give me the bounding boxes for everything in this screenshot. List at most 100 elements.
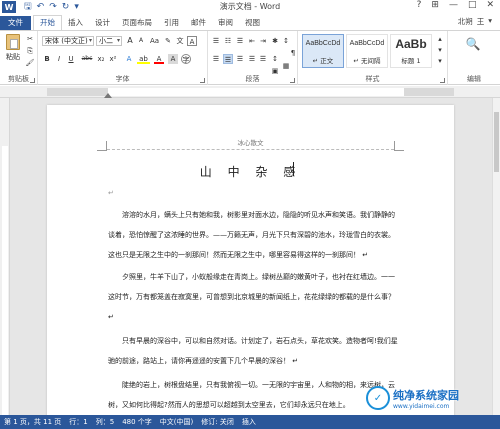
text-effects-icon[interactable]: A: [124, 54, 134, 64]
tab-mailings[interactable]: 邮件: [185, 16, 212, 30]
group-label-paragraph: 段落: [245, 75, 260, 83]
window-controls: ? ⊞ — □ ✕: [417, 0, 494, 10]
enclose-characters-icon[interactable]: 字: [181, 54, 191, 64]
font-name-combo[interactable]: 宋体 (中文正): [42, 36, 94, 46]
distributed-icon[interactable]: ☰: [258, 54, 268, 64]
style-normal[interactable]: AaBbCcDd ↵ 正文: [302, 34, 344, 68]
styles-scroll-down-icon[interactable]: ▾: [435, 45, 445, 55]
status-column: 列：5: [95, 418, 115, 426]
status-page[interactable]: 第 1 页，共 11 页: [4, 415, 61, 429]
ruler-text-area: [108, 88, 404, 96]
empty-paragraph[interactable]: ↵: [108, 183, 400, 203]
find-button[interactable]: 🔍: [462, 37, 484, 67]
cut-icon[interactable]: ✂: [25, 34, 35, 44]
status-language[interactable]: 中文(中国): [160, 415, 193, 429]
format-painter-icon[interactable]: 🖌: [25, 58, 35, 68]
document-page[interactable]: 冰心散文 山 中 杂 感 ↵ 溶溶的水月，螨头上只有她和我，树影里对面水边，隐隐…: [47, 105, 454, 415]
document-heading[interactable]: 山 中 杂 感: [47, 163, 454, 180]
paragraph-launcher-icon[interactable]: [290, 78, 295, 83]
style-name: ↵ 无间隔: [353, 57, 381, 65]
italic-icon[interactable]: I: [54, 54, 64, 64]
underline-icon[interactable]: U: [66, 54, 76, 64]
tab-home[interactable]: 开始: [33, 15, 62, 30]
header-separator: [107, 149, 394, 150]
align-center-icon[interactable]: ☰: [223, 54, 233, 64]
paragraph[interactable]: 只有早晨的深谷中，可以和自然对话。计划定了，岩石点头，草花欢笑。造物者呵!我们星…: [108, 331, 400, 371]
styles-more-icon[interactable]: ▾: [435, 56, 445, 66]
tab-design[interactable]: 设计: [89, 16, 116, 30]
status-line: 行：1: [69, 418, 88, 426]
ribbon-display-options-icon[interactable]: ⊞: [431, 0, 439, 10]
align-left-icon[interactable]: ☰: [211, 54, 221, 64]
vertical-scrollbar[interactable]: [492, 98, 500, 415]
status-insert-mode[interactable]: 插入: [242, 415, 256, 429]
group-label-font: 字体: [115, 75, 130, 83]
user-name-suffix: 王: [476, 17, 485, 26]
increase-indent-icon[interactable]: ⇥: [258, 36, 268, 46]
styles-launcher-icon[interactable]: [440, 78, 445, 83]
styles-scroll-up-icon[interactable]: ▴: [435, 34, 445, 44]
numbering-icon[interactable]: ☷: [223, 36, 233, 46]
user-account[interactable]: 北朔 王 ▾: [458, 16, 492, 27]
decrease-indent-icon[interactable]: ⇤: [247, 36, 257, 46]
paragraph[interactable]: 陡绝的岩上，树根盘结里，只有我俯视一切。一无限的宇宙里，人和物的相，来远树，云树…: [108, 375, 400, 415]
justify-icon[interactable]: ☰: [247, 54, 257, 64]
horizontal-ruler[interactable]: [0, 86, 500, 98]
copy-icon[interactable]: ⎘: [25, 46, 35, 56]
font-launcher-icon[interactable]: [200, 78, 205, 83]
show-marks-icon[interactable]: ¶: [288, 48, 298, 58]
page-header-text[interactable]: 冰心散文: [47, 137, 454, 147]
group-font: 宋体 (中文正) 小二 A A Aa ✎ 文 A B I U abc x₂ x²…: [38, 31, 208, 85]
chinese-layout-icon[interactable]: ✱: [270, 36, 280, 46]
style-sample: AaBbCcDd: [349, 40, 385, 47]
vertical-ruler[interactable]: [0, 98, 10, 415]
tab-insert[interactable]: 插入: [62, 16, 89, 30]
line-spacing-icon[interactable]: ↕: [270, 54, 280, 64]
document-area[interactable]: 冰心散文 山 中 杂 感 ↵ 溶溶的水月，螨头上只有她和我，树影里对面水边，隐隐…: [0, 98, 492, 415]
clipboard-launcher-icon[interactable]: [30, 78, 35, 83]
bold-icon[interactable]: B: [42, 54, 52, 64]
ruler-right-margin: [404, 88, 454, 96]
character-shading-icon[interactable]: A: [168, 54, 178, 64]
multilevel-list-icon[interactable]: ☰: [235, 36, 245, 46]
tab-file[interactable]: 文件: [0, 16, 31, 30]
scrollbar-thumb[interactable]: [494, 112, 499, 172]
style-heading-1[interactable]: AaBb 标题 1: [390, 34, 432, 68]
sort-icon[interactable]: ↕: [281, 36, 291, 46]
style-no-spacing[interactable]: AaBbCcDd ↵ 无间隔: [346, 34, 388, 68]
tab-references[interactable]: 引用: [158, 16, 185, 30]
grow-font-icon[interactable]: A: [125, 36, 135, 46]
paste-button[interactable]: 粘贴: [4, 34, 22, 70]
strikethrough-icon[interactable]: abc: [80, 54, 94, 64]
watermark-title: 纯净系统家园: [393, 388, 459, 402]
superscript-icon[interactable]: x²: [108, 54, 118, 64]
restore-button[interactable]: □: [468, 0, 477, 10]
phonetic-guide-icon[interactable]: 文: [175, 36, 185, 46]
status-track-changes[interactable]: 修订: 关闭: [201, 415, 234, 429]
highlight-icon[interactable]: ab: [137, 54, 150, 64]
clipboard-icon: [6, 34, 20, 50]
tab-review[interactable]: 审阅: [212, 16, 239, 30]
bullets-icon[interactable]: ☰: [211, 36, 221, 46]
shading-icon[interactable]: ▦: [281, 61, 291, 71]
help-icon[interactable]: ?: [417, 0, 422, 10]
clear-formatting-icon[interactable]: ✎: [163, 36, 173, 46]
font-color-icon[interactable]: A: [154, 54, 164, 64]
tab-page-layout[interactable]: 页面布局: [116, 16, 158, 30]
paragraph[interactable]: 夕照里，牛羊下山了，小蚁般缘走在青岗上。绿树丛巅的嫩黄叶子，也衬在红墙边。一一这…: [108, 267, 400, 327]
tab-view[interactable]: 视图: [239, 16, 266, 30]
group-label-editing: 编辑: [467, 75, 481, 83]
change-case-icon[interactable]: Aa: [148, 36, 161, 46]
subscript-icon[interactable]: x₂: [96, 54, 106, 64]
shrink-font-icon[interactable]: A: [136, 36, 146, 46]
style-name: 标题 1: [401, 57, 421, 65]
style-sample: AaBbCcDd: [305, 40, 341, 47]
close-button[interactable]: ✕: [486, 0, 494, 10]
status-word-count[interactable]: 480 个字: [122, 415, 152, 429]
align-right-icon[interactable]: ☰: [235, 54, 245, 64]
font-size-combo[interactable]: 小二: [96, 36, 122, 46]
minimize-button[interactable]: —: [449, 0, 458, 10]
paragraph[interactable]: 溶溶的水月，螨头上只有她和我，树影里对面水边，隐隐的听见水声和笑语。我们静静的谈…: [108, 205, 400, 265]
group-paragraph: ☰ ☷ ☰ ⇤ ⇥ ✱ ↕ ¶ ☰ ☰ ☰ ☰ ☰ ↕ ▦ ▣ 段落: [208, 31, 298, 85]
character-border-icon[interactable]: A: [187, 36, 197, 46]
